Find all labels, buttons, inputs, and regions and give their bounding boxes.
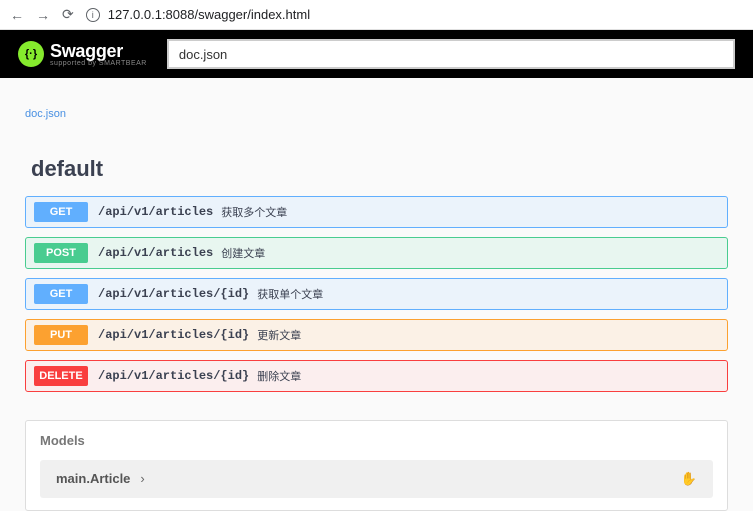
endpoint-summary: 创建文章 (221, 245, 265, 261)
info-icon: i (86, 8, 100, 22)
tag-default[interactable]: default (31, 156, 728, 182)
swagger-logo: {·} Swagger supported by SMARTBEAR (18, 41, 147, 67)
endpoint-path: /api/v1/articles/{id} (98, 328, 249, 342)
method-badge: DELETE (34, 366, 88, 386)
back-button[interactable]: ← (10, 7, 24, 23)
method-badge: PUT (34, 325, 88, 345)
swagger-header: {·} Swagger supported by SMARTBEAR doc.j… (0, 30, 753, 78)
swagger-logo-icon: {·} (18, 41, 44, 67)
chevron-right-icon: › (140, 471, 144, 486)
spec-url-input[interactable]: doc.json (167, 39, 735, 69)
endpoint-get-0[interactable]: GET/api/v1/articles 获取多个文章 (25, 196, 728, 228)
models-title[interactable]: Models (40, 433, 713, 448)
model-name: main.Article (56, 471, 130, 486)
doc-json-link[interactable]: doc.json (25, 108, 66, 120)
method-badge: GET (34, 284, 88, 304)
swagger-logo-text: Swagger (50, 41, 147, 62)
url-text: 127.0.0.1:8088/swagger/index.html (108, 7, 310, 22)
method-badge: POST (34, 243, 88, 263)
forward-button[interactable]: → (36, 7, 50, 23)
endpoint-get-2[interactable]: GET/api/v1/articles/{id} 获取单个文章 (25, 278, 728, 310)
reload-button[interactable]: ⟳ (62, 6, 74, 23)
endpoint-summary: 获取多个文章 (221, 204, 287, 220)
endpoint-path: /api/v1/articles (98, 246, 213, 260)
endpoint-path: /api/v1/articles/{id} (98, 287, 249, 301)
browser-toolbar: ← → ⟳ i 127.0.0.1:8088/swagger/index.htm… (0, 0, 753, 30)
address-bar[interactable]: i 127.0.0.1:8088/swagger/index.html (86, 7, 743, 22)
endpoint-path: /api/v1/articles (98, 205, 213, 219)
endpoint-path: /api/v1/articles/{id} (98, 369, 249, 383)
endpoint-delete-4[interactable]: DELETE/api/v1/articles/{id} 删除文章 (25, 360, 728, 392)
pointer-icon: ✋ (681, 471, 697, 487)
endpoint-summary: 更新文章 (257, 327, 301, 343)
model-item-0[interactable]: main.Article › ✋ (40, 460, 713, 498)
endpoint-summary: 删除文章 (257, 368, 301, 384)
endpoint-put-3[interactable]: PUT/api/v1/articles/{id} 更新文章 (25, 319, 728, 351)
method-badge: GET (34, 202, 88, 222)
endpoint-summary: 获取单个文章 (257, 286, 323, 302)
swagger-logo-subtext: supported by SMARTBEAR (50, 60, 147, 67)
models-section: Models main.Article › ✋ (25, 420, 728, 511)
endpoint-post-1[interactable]: POST/api/v1/articles 创建文章 (25, 237, 728, 269)
